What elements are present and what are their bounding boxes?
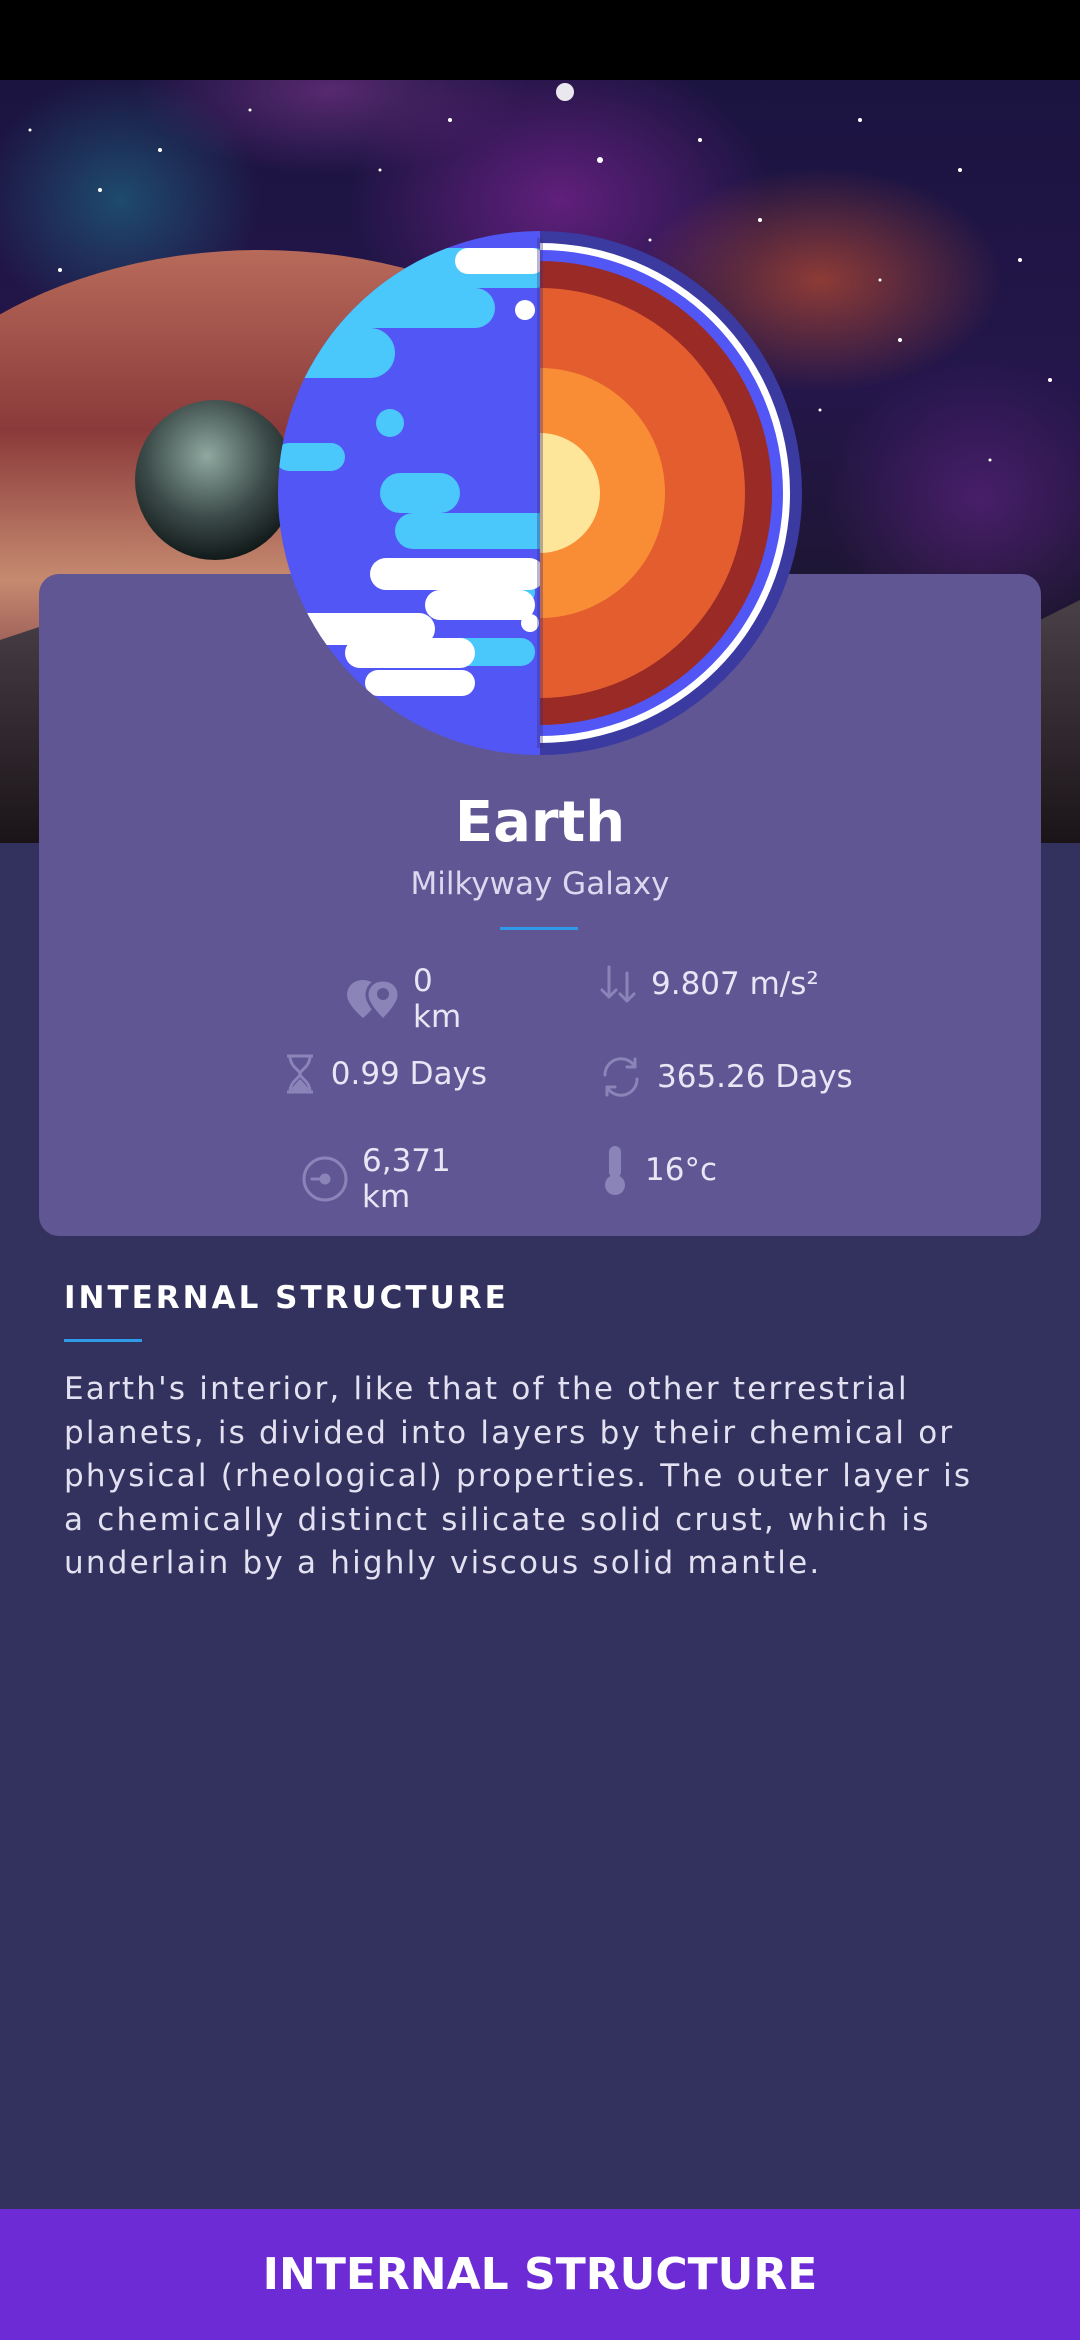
orbit-cycle-icon [597,1053,645,1101]
stat-orbit-period: 365.26 Days [597,1053,853,1101]
earth-cross-section-image [278,231,802,755]
planet-name: Earth [454,790,626,855]
stat-radius: 6,371 km [300,1143,487,1215]
status-bar [0,0,1080,80]
small-planet [135,400,295,560]
gravity-arrows-down-icon [597,963,639,1005]
hourglass-icon [281,1053,319,1095]
section-divider [64,1339,142,1342]
internal-structure-button[interactable]: INTERNAL STRUCTURE [0,2209,1080,2340]
section-heading: INTERNAL STRUCTURE [64,1280,509,1316]
stat-gravity: 9.807 m/s² [597,963,819,1005]
stat-value: 6,371 km [362,1143,451,1215]
location-pins-icon [345,976,401,1022]
radius-icon [300,1154,350,1204]
stat-value: 365.26 Days [657,1059,853,1095]
thermometer-icon [597,1143,633,1197]
section-body-text: Earth's interior, like that of the other… [64,1371,973,1581]
stat-day-length: 0.99 Days [280,1053,487,1095]
stat-temperature: 16°c [597,1143,717,1197]
stat-value: 0 km [413,963,462,1035]
name-divider [500,927,578,930]
stat-value: 16°c [645,1152,717,1188]
stat-value: 0.99 Days [330,1056,487,1092]
stat-value: 9.807 m/s² [651,966,819,1002]
planet-galaxy: Milkyway Galaxy [410,866,670,902]
stat-distance: 0 km [345,963,487,1035]
